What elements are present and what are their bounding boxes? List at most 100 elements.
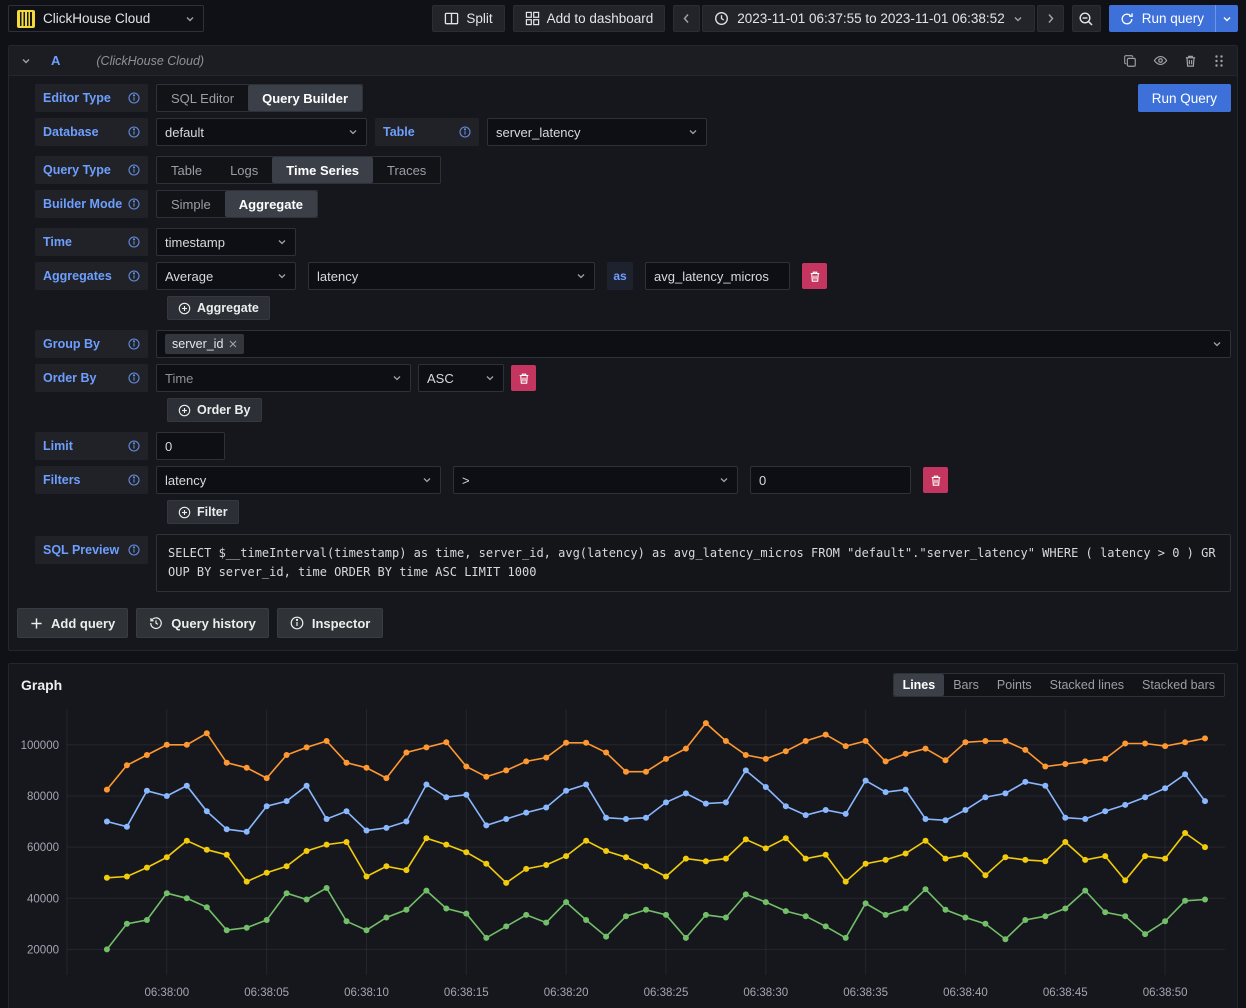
info-icon[interactable]	[128, 126, 140, 138]
group-by-multiselect[interactable]: server_id	[156, 330, 1231, 358]
time-range-forward-button[interactable]	[1037, 5, 1064, 32]
aggregate-column-select[interactable]: latency	[308, 262, 595, 290]
data-point	[503, 924, 509, 930]
time-range-zoom-out-button[interactable]	[1072, 5, 1101, 32]
graph-style-bars[interactable]: Bars	[944, 674, 988, 696]
info-icon[interactable]	[128, 474, 140, 486]
series-line	[107, 833, 1205, 883]
graph-panel: Graph Lines Bars Points Stacked lines St…	[8, 663, 1238, 1008]
run-query-split-button: Run query	[1109, 5, 1238, 32]
filter-operator-select[interactable]: >	[453, 466, 738, 494]
chevron-down-icon	[277, 271, 287, 281]
data-point	[304, 783, 310, 789]
time-series-chart[interactable]: 2000040000600008000010000006:38:0006:38:…	[9, 699, 1237, 1005]
refresh-icon	[1120, 12, 1134, 26]
filter-value-input[interactable]	[750, 466, 911, 494]
duplicate-query-icon[interactable]	[1123, 54, 1137, 68]
x-axis-tick-label: 06:38:30	[743, 987, 788, 999]
data-point	[224, 827, 230, 833]
info-icon[interactable]	[128, 270, 140, 282]
data-point	[1022, 747, 1028, 753]
query-type-option-time-series[interactable]: Time Series	[272, 157, 373, 183]
data-point	[264, 870, 270, 876]
inspector-button[interactable]: Inspector	[277, 608, 384, 638]
split-label: Split	[466, 11, 492, 26]
hide-response-eye-icon[interactable]	[1153, 53, 1168, 68]
database-select[interactable]: default	[156, 118, 367, 146]
data-point	[224, 928, 230, 934]
datasource-picker[interactable]: ClickHouse Cloud	[8, 5, 204, 32]
builder-mode-field-label: Builder Mode	[35, 190, 148, 218]
data-point	[1142, 741, 1148, 747]
graph-style-lines[interactable]: Lines	[894, 674, 945, 696]
aggregate-as-chip: as	[607, 262, 633, 290]
data-point	[443, 795, 449, 801]
data-point	[423, 745, 429, 751]
data-point	[344, 760, 350, 766]
add-to-dashboard-button[interactable]: Add to dashboard	[513, 5, 666, 32]
data-point	[982, 873, 988, 879]
aggregate-alias-input[interactable]	[645, 262, 790, 290]
collapse-chevron-icon[interactable]	[21, 56, 31, 66]
editor-type-option-sql-editor[interactable]: SQL Editor	[157, 85, 248, 111]
data-point	[1022, 857, 1028, 863]
editor-type-option-query-builder[interactable]: Query Builder	[248, 85, 362, 111]
aggregate-function-select[interactable]: Average	[156, 262, 296, 290]
data-point	[1042, 914, 1048, 920]
builder-mode-option-aggregate[interactable]: Aggregate	[225, 191, 317, 217]
info-icon[interactable]	[128, 164, 140, 176]
add-query-button[interactable]: Add query	[17, 608, 128, 638]
time-range-picker[interactable]: 2023-11-01 06:37:55 to 2023-11-01 06:38:…	[702, 5, 1034, 32]
limit-input[interactable]	[156, 432, 225, 460]
info-icon[interactable]	[459, 126, 471, 138]
info-icon[interactable]	[128, 372, 140, 384]
remove-tag-icon[interactable]	[229, 340, 237, 348]
data-point	[1062, 761, 1068, 767]
drag-handle-icon[interactable]	[1213, 54, 1225, 68]
remove-aggregate-button[interactable]	[802, 263, 827, 289]
data-point	[523, 810, 529, 816]
time-range-label: 2023-11-01 06:37:55 to 2023-11-01 06:38:…	[737, 11, 1004, 26]
query-type-option-table[interactable]: Table	[157, 157, 216, 183]
query-history-button[interactable]: Query history	[136, 608, 269, 638]
builder-mode-option-simple[interactable]: Simple	[157, 191, 225, 217]
info-icon[interactable]	[128, 236, 140, 248]
graph-style-stacked-bars[interactable]: Stacked bars	[1133, 674, 1224, 696]
data-point	[863, 901, 869, 907]
remove-filter-button[interactable]	[923, 467, 948, 493]
add-aggregate-button[interactable]: Aggregate	[167, 296, 270, 320]
split-button[interactable]: Split	[432, 5, 504, 32]
run-query-button[interactable]: Run query	[1109, 5, 1215, 32]
data-point	[843, 935, 849, 941]
graph-style-points[interactable]: Points	[988, 674, 1041, 696]
run-query-options-caret[interactable]	[1215, 5, 1238, 32]
add-filter-button[interactable]: Filter	[167, 500, 239, 524]
graph-style-stacked-lines[interactable]: Stacked lines	[1041, 674, 1133, 696]
info-icon[interactable]	[128, 440, 140, 452]
time-column-select[interactable]: timestamp	[156, 228, 296, 256]
data-point	[683, 856, 689, 862]
order-by-direction-select[interactable]: ASC	[418, 364, 504, 392]
info-icon[interactable]	[128, 198, 140, 210]
info-icon[interactable]	[128, 92, 140, 104]
query-type-option-logs[interactable]: Logs	[216, 157, 272, 183]
data-point	[703, 859, 709, 865]
info-icon[interactable]	[128, 544, 140, 556]
query-type-option-traces[interactable]: Traces	[373, 157, 440, 183]
table-select[interactable]: server_latency	[487, 118, 707, 146]
data-point	[204, 731, 210, 737]
run-query-editor-button[interactable]: Run Query	[1138, 84, 1231, 112]
group-by-tag: server_id	[165, 334, 244, 354]
data-point	[344, 839, 350, 845]
data-point	[104, 875, 110, 881]
info-icon[interactable]	[128, 338, 140, 350]
remove-query-trash-icon[interactable]	[1184, 54, 1197, 68]
remove-order-by-button[interactable]	[511, 365, 536, 391]
data-point	[763, 756, 769, 762]
order-by-column-select[interactable]: Time	[156, 364, 411, 392]
add-order-by-button[interactable]: Order By	[167, 398, 262, 422]
time-range-back-button[interactable]	[673, 5, 700, 32]
filter-column-select[interactable]: latency	[156, 466, 441, 494]
data-point	[204, 905, 210, 911]
aggregates-field-label: Aggregates	[35, 262, 148, 290]
